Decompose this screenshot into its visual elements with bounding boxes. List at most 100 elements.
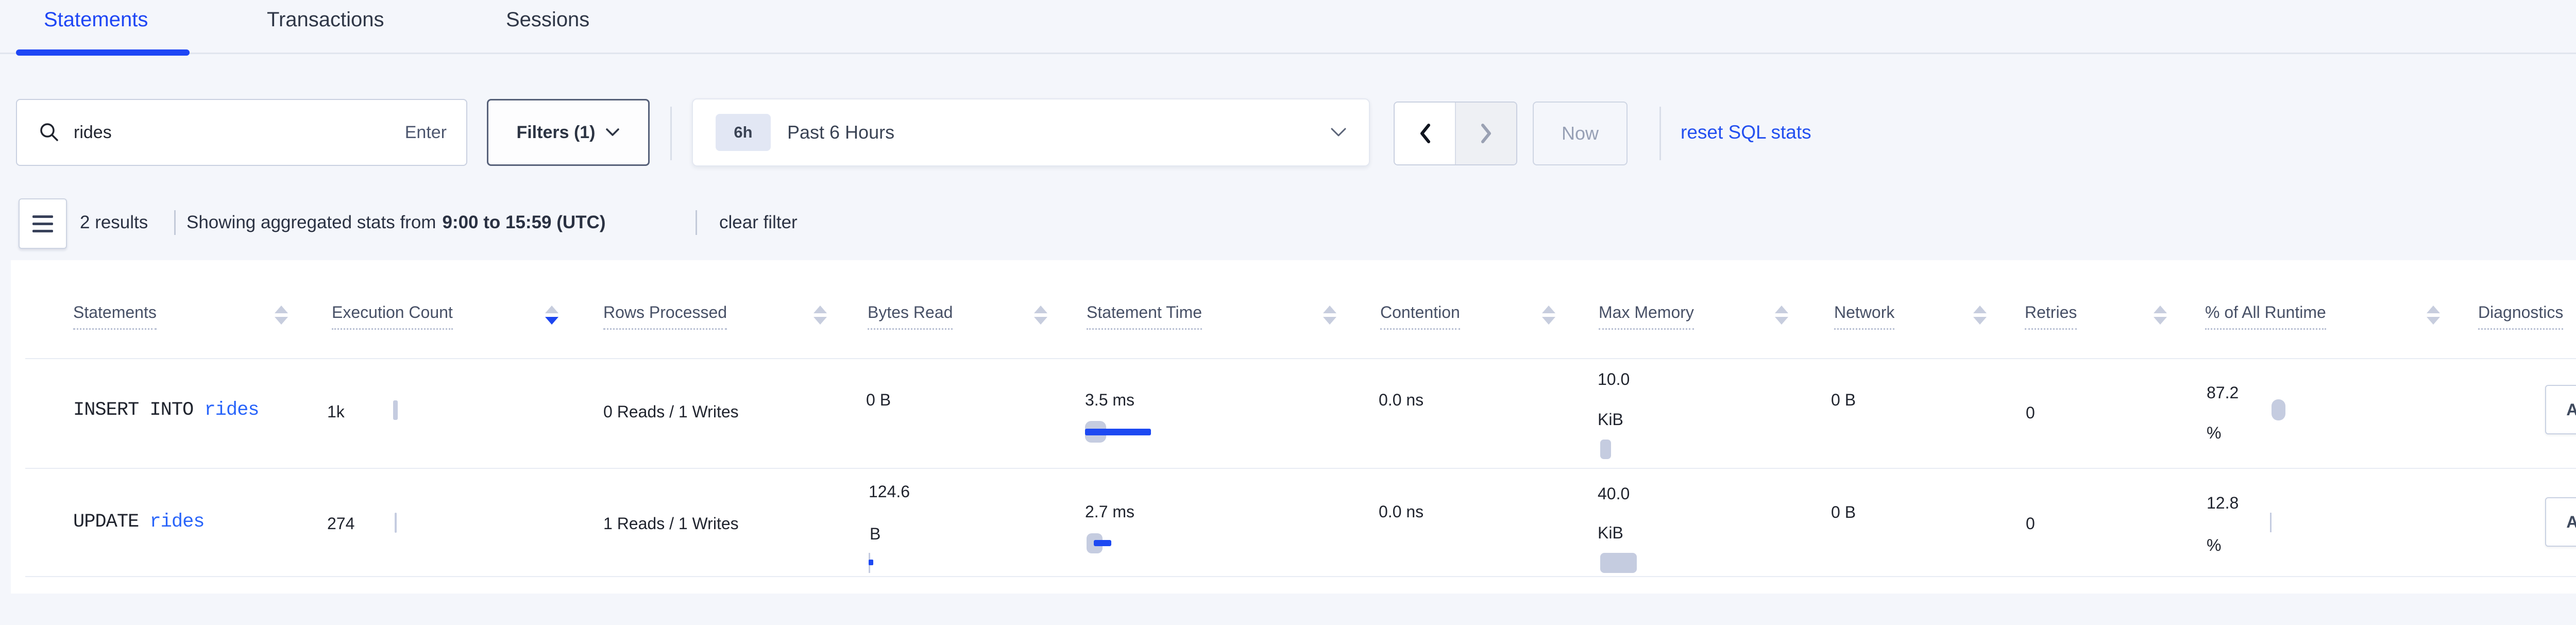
- sort-icon-pct-runtime[interactable]: [2427, 306, 2441, 327]
- max-memory-unit: KiB: [1598, 522, 1623, 544]
- time-window-pager: [1394, 102, 1517, 165]
- separator: [174, 210, 176, 235]
- bytes-read-value: 124.6: [869, 481, 910, 502]
- col-header-statements[interactable]: Statements: [73, 303, 157, 330]
- execution-count-bar: [393, 400, 398, 420]
- activate-diagnostics-button[interactable]: Activate: [2545, 385, 2576, 434]
- table-bottom-border: [25, 576, 2576, 577]
- bytes-read-mean-bar: [869, 560, 873, 565]
- sort-icon-max-memory[interactable]: [1775, 306, 1789, 327]
- bytes-read-unit: B: [870, 523, 880, 545]
- sort-icon-statement-time[interactable]: [1323, 306, 1337, 327]
- sql-table-name: rides: [149, 511, 204, 533]
- header-divider: [25, 358, 2576, 359]
- search-enter-hint: Enter: [405, 123, 447, 143]
- rows-processed-value: 0 Reads / 1 Writes: [603, 401, 739, 423]
- now-button[interactable]: Now: [1533, 102, 1628, 165]
- toolbar-divider: [670, 107, 672, 160]
- statement-time-value: 3.5 ms: [1085, 389, 1134, 411]
- active-tab-indicator: [16, 49, 190, 56]
- max-memory-bar: [1600, 440, 1611, 459]
- sort-icon-contention[interactable]: [1542, 306, 1556, 327]
- col-header-execution-count[interactable]: Execution Count: [332, 303, 453, 330]
- activate-diagnostics-button[interactable]: Activate: [2545, 497, 2576, 547]
- col-header-max-memory[interactable]: Max Memory: [1599, 303, 1694, 330]
- pct-runtime-bar: [2270, 513, 2272, 532]
- search-box[interactable]: Enter: [16, 99, 467, 166]
- pct-runtime-value: 12.8: [2207, 492, 2239, 514]
- max-memory-bar: [1600, 553, 1637, 573]
- statements-page: { "colors": { "accent": "#1e46f5", "link…: [0, 0, 2576, 625]
- row-divider: [25, 468, 2576, 469]
- pct-runtime-unit: %: [2207, 534, 2221, 556]
- statement-time-mean-bar: [1085, 429, 1151, 435]
- time-range-badge: 6h: [716, 114, 771, 151]
- statement-link[interactable]: INSERT INTO rides: [73, 399, 259, 421]
- retries-value: 0: [2026, 513, 2035, 534]
- menu-icon: [32, 215, 53, 232]
- retries-value: 0: [2026, 402, 2035, 424]
- pct-runtime-value: 87.2: [2207, 382, 2239, 403]
- max-memory-value: 10.0: [1598, 368, 1630, 390]
- sql-keyword: INSERT INTO: [73, 399, 193, 421]
- time-range-label: Past 6 Hours: [787, 122, 894, 143]
- col-header-pct-runtime[interactable]: % of All Runtime: [2205, 303, 2326, 330]
- showing-prefix: Showing aggregated stats from: [187, 212, 436, 232]
- reset-sql-stats-link[interactable]: reset SQL stats: [1681, 122, 1811, 143]
- filters-label: Filters (1): [516, 123, 595, 143]
- statement-link[interactable]: UPDATE rides: [73, 511, 204, 533]
- filters-button[interactable]: Filters (1): [487, 99, 650, 166]
- sort-icon-execution-count-desc[interactable]: [545, 306, 560, 327]
- max-memory-unit: KiB: [1598, 409, 1623, 430]
- col-header-bytes-read[interactable]: Bytes Read: [868, 303, 953, 330]
- sort-icon-network[interactable]: [1973, 306, 1988, 327]
- statements-table: Statements Execution Count Rows Processe…: [11, 260, 2576, 594]
- rows-processed-value: 1 Reads / 1 Writes: [603, 513, 739, 534]
- toolbar-divider: [1659, 107, 1661, 160]
- max-memory-value: 40.0: [1598, 483, 1630, 504]
- col-header-rows-processed[interactable]: Rows Processed: [603, 303, 727, 330]
- contention-value: 0.0 ns: [1379, 501, 1423, 522]
- tab-statements[interactable]: Statements: [44, 8, 148, 31]
- col-header-contention[interactable]: Contention: [1380, 303, 1460, 330]
- statement-time-mean-bar: [1094, 540, 1111, 546]
- tabbar-divider: [0, 53, 2576, 54]
- chevron-down-icon: [605, 127, 620, 138]
- chevron-right-icon: [1479, 122, 1494, 145]
- pct-runtime-unit: %: [2207, 422, 2221, 444]
- results-count: 2 results: [80, 212, 148, 233]
- showing-stats-text: Showing aggregated stats from 9:00 to 15:…: [187, 212, 605, 233]
- sort-icon-bytes-read[interactable]: [1034, 306, 1048, 327]
- previous-window-button[interactable]: [1395, 103, 1456, 164]
- col-header-statement-time[interactable]: Statement Time: [1087, 303, 1202, 330]
- next-window-button[interactable]: [1456, 103, 1516, 164]
- bytes-read-value: 0 B: [866, 389, 891, 411]
- showing-time-range: 9:00 to 15:59 (UTC): [442, 212, 605, 232]
- col-header-diagnostics[interactable]: Diagnostics: [2478, 303, 2563, 330]
- sql-table-name: rides: [204, 399, 259, 421]
- chevron-down-icon: [1330, 127, 1347, 138]
- sort-icon-rows-processed[interactable]: [814, 306, 828, 327]
- network-value: 0 B: [1831, 389, 1856, 411]
- contention-value: 0.0 ns: [1379, 389, 1423, 411]
- statement-time-value: 2.7 ms: [1085, 501, 1134, 522]
- execution-count-value: 274: [327, 513, 354, 534]
- tab-sessions[interactable]: Sessions: [506, 8, 589, 31]
- chevron-left-icon: [1417, 122, 1433, 145]
- clear-filter-link[interactable]: clear filter: [719, 212, 798, 233]
- network-value: 0 B: [1831, 501, 1856, 523]
- sort-icon-retries[interactable]: [2154, 306, 2168, 327]
- separator: [696, 210, 697, 235]
- execution-count-bar: [395, 513, 397, 533]
- search-input[interactable]: [73, 122, 405, 143]
- col-header-network[interactable]: Network: [1834, 303, 1894, 330]
- execution-count-value: 1k: [327, 401, 345, 423]
- tab-transactions[interactable]: Transactions: [267, 8, 384, 31]
- sort-icon-statements[interactable]: [275, 306, 289, 327]
- column-selector-button[interactable]: [19, 198, 67, 249]
- search-icon: [38, 121, 61, 144]
- pct-runtime-bar: [2272, 399, 2285, 420]
- col-header-retries[interactable]: Retries: [2025, 303, 2077, 330]
- sql-keyword: UPDATE: [73, 511, 139, 533]
- time-range-picker[interactable]: 6h Past 6 Hours: [692, 98, 1370, 166]
